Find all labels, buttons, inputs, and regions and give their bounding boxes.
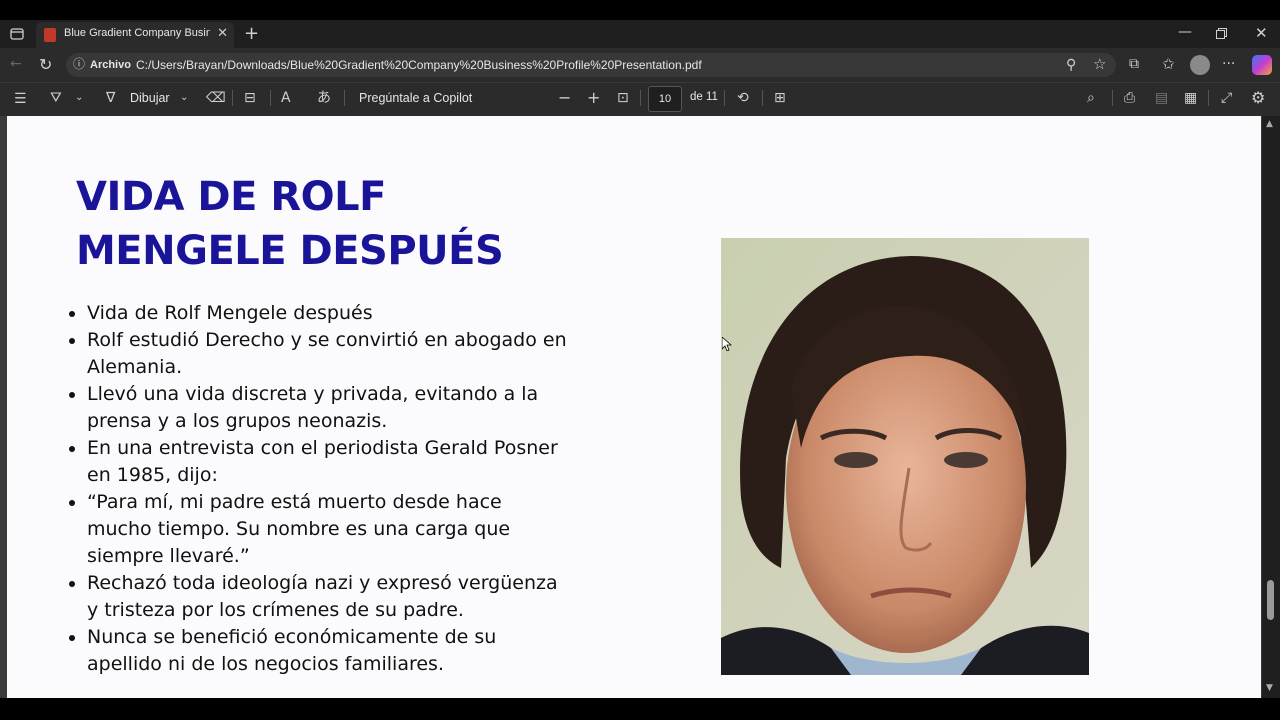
zoom-out-icon[interactable]: ⚲	[1066, 58, 1076, 72]
save-as-icon[interactable]: ▦	[1184, 91, 1197, 105]
ask-copilot-button[interactable]: Pregúntale a Copilot	[359, 91, 472, 105]
bullet-list: Vida de Rolf Mengele después Rolf estudi…	[65, 300, 567, 678]
page-number-input[interactable]: 10	[648, 86, 682, 112]
list-item: “Para mí, mi padre está muerto desde hac…	[87, 489, 567, 570]
draw-icon[interactable]: ∇	[106, 91, 115, 105]
toolbar-divider	[270, 90, 271, 106]
list-item: Rechazó toda ideología nazi y expresó ve…	[87, 570, 567, 624]
save-icon[interactable]: ▤	[1155, 91, 1168, 105]
slide-title-line-1: VIDA DE ROLF	[76, 174, 387, 220]
screen-top-border	[0, 0, 1280, 20]
toolbar-divider	[344, 90, 345, 106]
tab-pdf[interactable]: Blue Gradient Company Business Profile P…	[36, 22, 234, 48]
new-tab-icon[interactable]: +	[244, 25, 259, 43]
extensions-icon[interactable]: ⧉	[1129, 57, 1139, 71]
toolbar-divider	[232, 90, 233, 106]
info-icon[interactable]: ⓘ	[73, 58, 85, 70]
toolbar-divider	[762, 90, 763, 106]
restore-icon[interactable]	[1216, 28, 1227, 42]
settings-gear-icon[interactable]: ⚙	[1251, 90, 1265, 106]
toolbar-divider	[1208, 90, 1209, 106]
translate-icon[interactable]: あ	[317, 91, 331, 105]
close-tab-icon[interactable]: ✕	[217, 26, 228, 41]
list-item: Rolf estudió Derecho y se convirtió en a…	[87, 327, 567, 381]
print-icon[interactable]: ⎙	[1124, 91, 1135, 105]
toolbar-divider	[1112, 90, 1113, 106]
mouse-cursor-icon	[721, 336, 733, 355]
more-options-icon[interactable]: ···	[1222, 57, 1235, 71]
text-box-icon[interactable]: ⊟	[244, 91, 256, 105]
rotate-icon[interactable]: ⟲	[737, 91, 749, 105]
scroll-down-icon[interactable]: ▼	[1266, 684, 1273, 693]
eraser-icon[interactable]: ⌫	[206, 91, 226, 105]
read-aloud-icon[interactable]: A	[281, 91, 291, 105]
tab-title: Blue Gradient Company Business Profile P…	[64, 27, 210, 39]
list-item: En una entrevista con el periodista Gera…	[87, 435, 567, 489]
list-item: Llevó una vida discreta y privada, evita…	[87, 381, 567, 435]
page-total-label: de 11	[690, 91, 718, 103]
profile-avatar[interactable]	[1190, 55, 1210, 75]
address-site-label: Archivo	[90, 59, 131, 71]
screen-bottom-border	[0, 698, 1280, 720]
chevron-down-icon[interactable]: ⌄	[180, 93, 188, 103]
page-view-icon[interactable]: ⊞	[774, 91, 786, 105]
url-text[interactable]: C:/Users/Brayan/Downloads/Blue%20Gradien…	[136, 58, 702, 72]
list-item: Nunca se benefició económicamente de su …	[87, 624, 567, 678]
tab-actions-icon[interactable]	[10, 27, 24, 44]
minimize-icon[interactable]: —	[1178, 25, 1192, 39]
favorites-icon[interactable]: ✩	[1162, 57, 1175, 72]
back-icon[interactable]: ←	[10, 57, 22, 71]
toolbar-divider	[724, 90, 725, 106]
favorite-star-icon[interactable]: ☆	[1093, 57, 1106, 72]
scroll-up-icon[interactable]: ▲	[1266, 120, 1273, 129]
scrollbar-thumb[interactable]	[1267, 580, 1274, 620]
highlight-icon[interactable]: ⛛	[50, 91, 62, 105]
chevron-down-icon[interactable]: ⌄	[75, 93, 83, 103]
pdf-page: VIDA DE ROLF MENGELE DESPUÉS Vida de Rol…	[7, 116, 1261, 698]
slide-title-line-2: MENGELE DESPUÉS	[76, 228, 504, 274]
fit-page-icon[interactable]: ⊡	[617, 91, 629, 105]
portrait-photo	[721, 238, 1089, 675]
copilot-icon[interactable]	[1252, 55, 1272, 75]
pdf-icon	[44, 28, 56, 42]
slide-title: VIDA DE ROLF MENGELE DESPUÉS	[76, 170, 596, 278]
zoom-in-button-icon[interactable]: +	[587, 90, 600, 106]
close-window-icon[interactable]: ✕	[1255, 26, 1268, 41]
contents-icon[interactable]: ☰	[14, 92, 27, 106]
zoom-out-button-icon[interactable]: −	[558, 90, 571, 106]
refresh-icon[interactable]: ↻	[39, 57, 52, 73]
search-icon[interactable]: ⌕	[1087, 91, 1095, 105]
toolbar-divider	[640, 90, 641, 106]
fullscreen-icon[interactable]: ⤢	[1221, 91, 1232, 105]
draw-button[interactable]: Dibujar	[130, 91, 170, 105]
list-item: Vida de Rolf Mengele después	[87, 300, 567, 327]
